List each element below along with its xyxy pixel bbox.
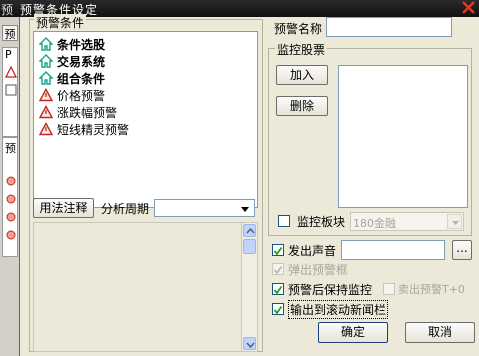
home-icon [39,54,53,68]
news-label: 输出到滚动新闻栏 [288,300,389,319]
tree-item-label: 交易系统 [57,54,106,69]
tree-item-label: 短线精灵预警 [57,122,130,137]
tree-item-label: 涨跌幅预警 [57,105,118,120]
alert-name-input[interactable] [326,17,452,37]
background-window-title: 预 [1,3,14,17]
tree-item-combined-condition[interactable]: 组合条件 [39,70,105,86]
popup-checkbox[interactable] [272,263,284,275]
chevron-up-icon [246,227,255,234]
checkmark-icon [273,265,283,275]
background-text: P [5,48,12,61]
description-scrollbar[interactable] [241,223,257,351]
warning-triangle-icon [39,122,53,136]
sector-value: 180金融 [353,217,396,230]
checkmark-icon [273,246,283,256]
background-button: 预 [2,25,18,41]
tree-item-label: 价格预警 [57,88,106,103]
conditions-group-label: 预警条件 [34,14,87,31]
checkmark-icon [273,285,283,295]
delete-stock-button[interactable]: 删除 [276,96,328,116]
sound-label: 发出声音 [288,244,337,258]
alarm-icon [6,194,16,204]
tree-item-change-alert[interactable]: 涨跌幅预警 [39,104,117,120]
background-list: P [2,47,18,137]
scroll-down-button[interactable] [243,337,256,350]
warning-triangle-icon [39,105,53,119]
warning-triangle-icon [5,66,17,78]
chevron-down-icon [452,221,459,225]
sector-select[interactable]: 180金融 [350,212,464,231]
alarm-icon [6,176,16,186]
close-icon[interactable] [461,0,476,15]
monitored-stocks-list[interactable] [338,65,468,208]
background-window: 预 P 预 [0,17,20,356]
home-icon [39,37,53,51]
tree-item-price-alert[interactable]: 价格预警 [39,87,105,103]
background-text: 预 [4,28,16,41]
cancel-button[interactable]: 取消 [405,322,475,343]
description-area[interactable] [33,222,258,352]
sound-checkbox[interactable] [272,244,284,256]
alarm-icon [6,230,16,240]
home-icon [39,71,53,85]
chevron-down-icon [246,342,255,349]
warning-triangle-icon [39,88,53,102]
scroll-thumb[interactable] [243,239,256,254]
keep-monitor-label: 预警后保持监控 [288,283,373,297]
keep-monitor-checkbox[interactable] [272,283,284,295]
period-label: 分析周期 [101,202,150,216]
checkmark-icon [273,305,283,315]
ok-button[interactable]: 确定 [318,322,388,343]
background-text: 预 [5,142,16,155]
popup-label: 弹出预警框 [288,263,349,277]
chevron-down-icon [241,207,249,212]
sector-checkbox[interactable] [278,215,290,227]
browse-sound-button[interactable]: ... [452,240,472,260]
tree-item-stock-selection[interactable]: 条件选股 [39,36,105,52]
add-stock-button[interactable]: 加入 [276,65,328,85]
tree-item-trading-system[interactable]: 交易系统 [39,53,105,69]
sector-dropdown-button[interactable] [447,214,462,229]
background-list-2: 预 [2,137,18,257]
sell-alert-checkbox[interactable] [383,283,395,295]
alert-name-label: 预警名称 [274,22,323,36]
usage-notes-button[interactable]: 用法注释 [33,198,94,218]
sell-alert-label: 卖出预警T+0 [398,283,465,296]
sector-label: 监控板块 [297,215,346,229]
news-checkbox[interactable] [272,303,284,315]
dialog-body: 预警条件 条件选股 交易系统 组合条件 价格预警 涨跌幅预警 短线精灵预警 用法… [20,14,479,356]
scroll-up-button[interactable] [243,224,256,237]
tree-item-short-term-alert[interactable]: 短线精灵预警 [39,121,129,137]
tree-item-label: 条件选股 [57,37,106,52]
conditions-tree[interactable]: 条件选股 交易系统 组合条件 价格预警 涨跌幅预警 短线精灵预警 [33,31,258,208]
sound-file-input[interactable] [341,240,445,260]
period-select[interactable] [154,199,255,217]
tree-item-label: 组合条件 [57,71,106,86]
monitor-group-label: 监控股票 [275,41,328,58]
list-icon [5,84,17,96]
alarm-icon [6,212,16,222]
